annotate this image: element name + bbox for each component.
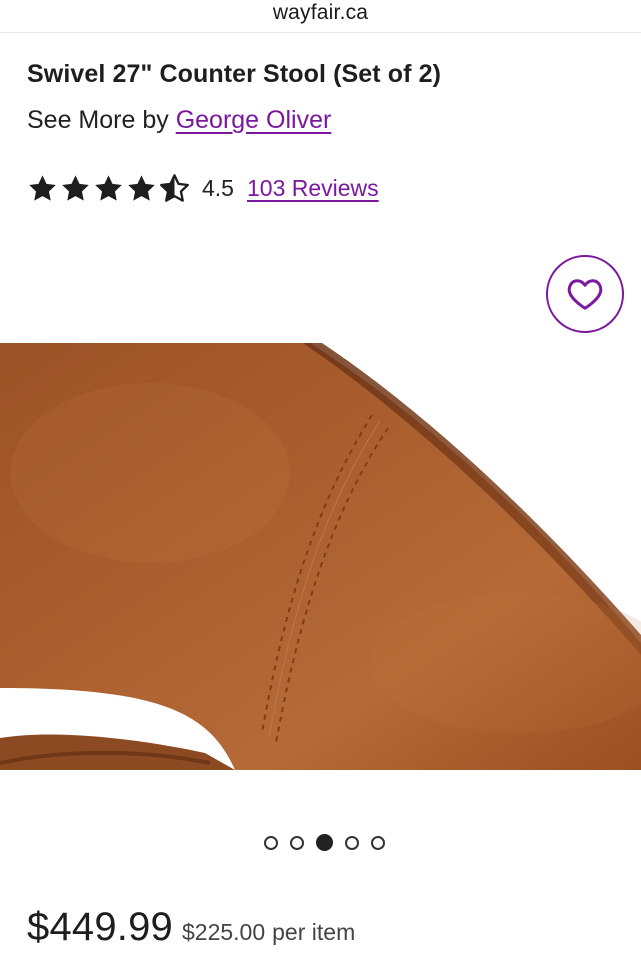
browser-address-bar[interactable]: wayfair.ca [0,0,641,33]
unit-price: $225.00 [182,919,266,945]
price-row: $449.99 $225.00 per item [27,905,355,950]
product-title: Swivel 27" Counter Stool (Set of 2) [27,60,442,88]
rating-row: 4.5 103 Reviews [27,170,379,206]
favorite-button[interactable] [546,255,624,333]
star-filled-icon [95,174,122,201]
price: $449.99 [27,905,173,949]
gallery-dot[interactable] [290,836,304,850]
brand-line: See More by George Oliver [27,106,331,135]
gallery-pagination [0,834,641,851]
url-text: wayfair.ca [272,1,369,24]
gallery-dot[interactable] [264,836,278,850]
unit-price-label: per item [272,919,356,945]
heart-outline-icon [567,279,603,310]
gallery-dot-active[interactable] [316,834,333,851]
star-filled-icon [128,174,155,201]
product-image[interactable] [0,343,641,770]
star-filled-icon [62,174,89,201]
gallery-dot[interactable] [345,836,359,850]
star-filled-icon [29,174,56,201]
brand-prefix: See More by [27,106,169,134]
reviews-link[interactable]: 103 Reviews [247,175,379,202]
brand-link[interactable]: George Oliver [176,106,332,134]
rating-stars [27,173,190,204]
star-half-icon [160,173,189,202]
rating-value: 4.5 [202,174,234,201]
gallery-dot[interactable] [371,836,385,850]
